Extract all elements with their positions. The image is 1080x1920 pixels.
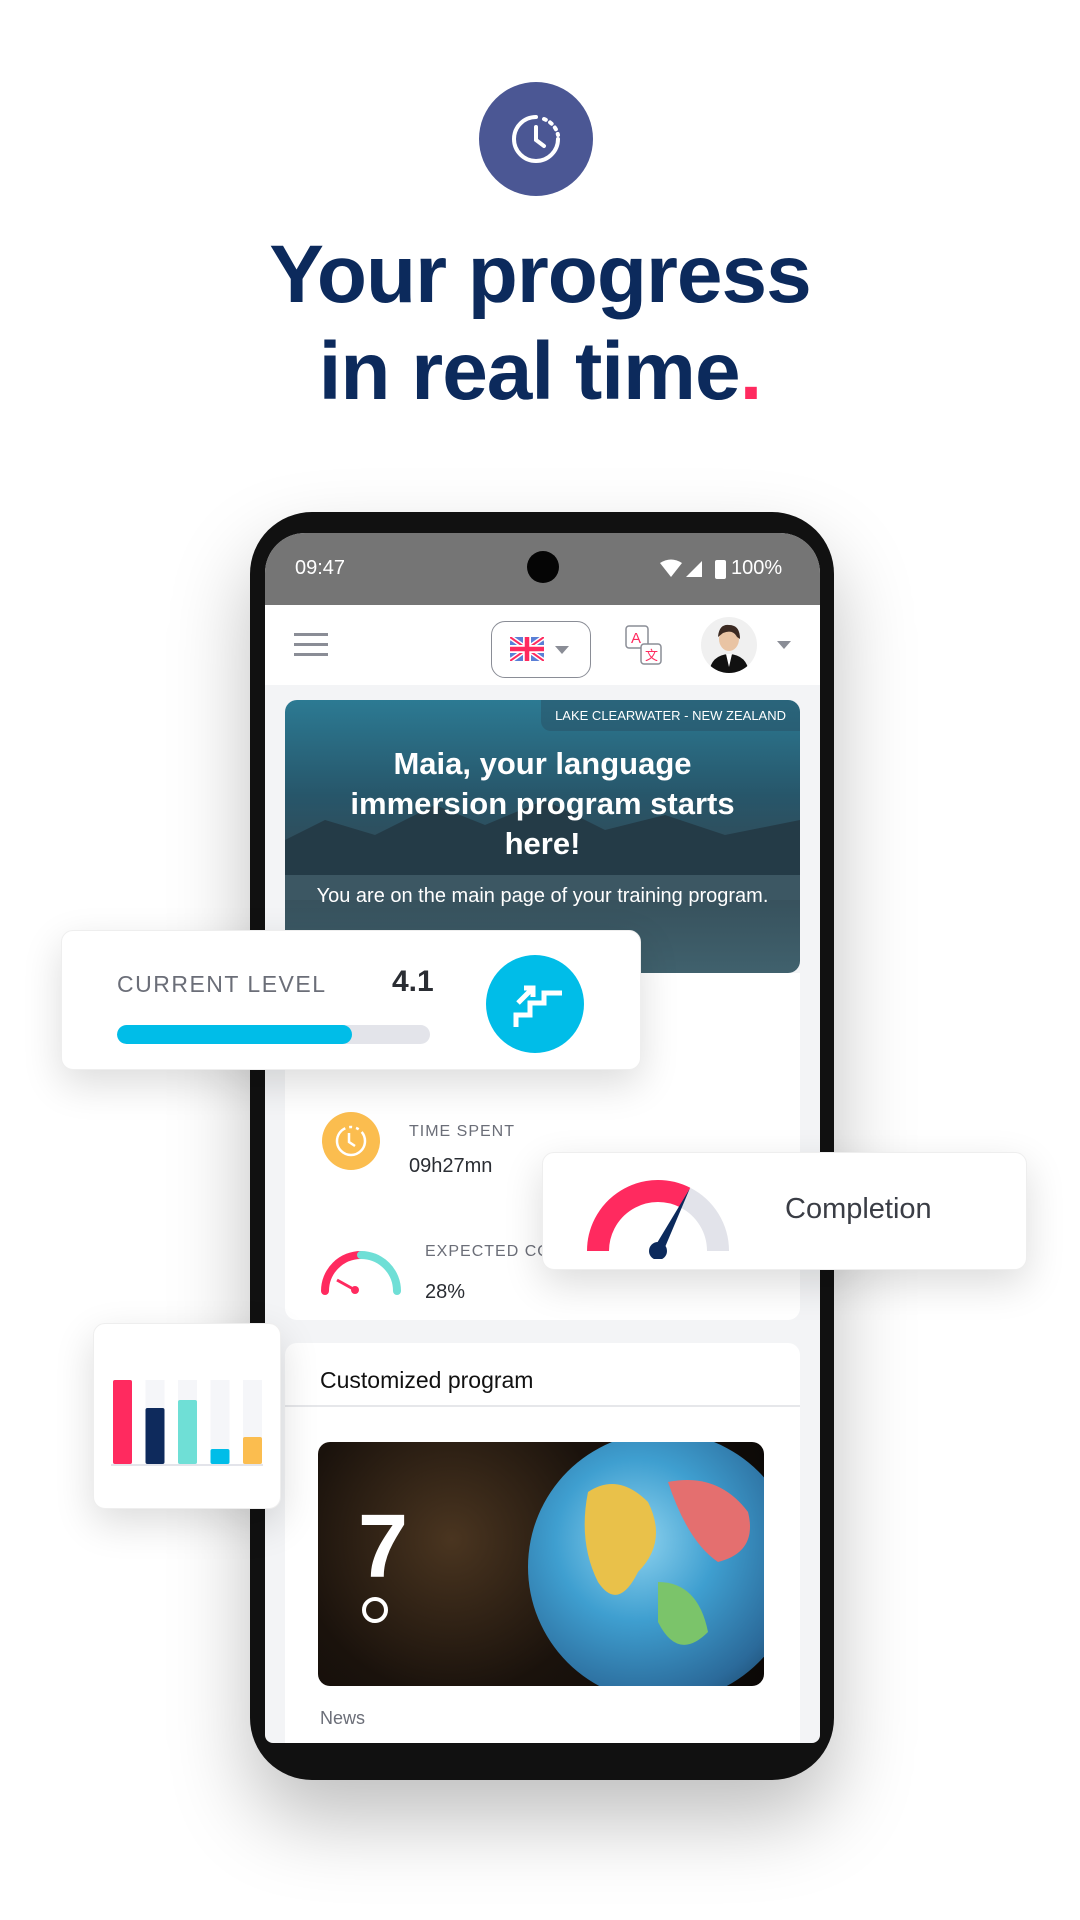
mini-bar-chart-card — [93, 1323, 281, 1509]
user-avatar[interactable] — [701, 617, 757, 673]
svg-text:A: A — [631, 630, 641, 647]
program-image[interactable]: 7 — [318, 1442, 764, 1686]
chart-baseline — [111, 1464, 263, 1466]
language-selector[interactable] — [491, 621, 591, 678]
status-time: 09:47 — [295, 557, 346, 579]
bar — [210, 1449, 230, 1464]
battery-percent: 100% — [731, 557, 783, 579]
status-bar: 09:47 100% — [265, 533, 820, 605]
hero-title: Maia, your language immersion program st… — [350, 746, 735, 861]
app-bar: A文 — [265, 605, 820, 685]
wifi-signal-icon — [660, 559, 702, 577]
headline-line-2: in real time. — [0, 325, 1080, 419]
headline-text: in real time — [318, 326, 741, 417]
clock-icon — [322, 1112, 380, 1170]
bar — [113, 1380, 132, 1464]
bar — [145, 1408, 165, 1464]
stairs-up-icon — [486, 955, 584, 1053]
clock-progress-icon — [479, 82, 593, 196]
completion-label: Completion — [785, 1193, 932, 1225]
headline-dot: . — [739, 326, 763, 417]
headline-line-1: Your progress — [269, 229, 811, 320]
brand-logo-circle — [362, 1597, 388, 1623]
camera-icon — [527, 551, 559, 583]
time-spent-value: 09h27mn — [409, 1155, 493, 1177]
gauge-track — [679, 1187, 729, 1252]
current-level-label: CURRENT LEVEL — [117, 971, 327, 997]
time-spent-label: TIME SPENT — [409, 1123, 516, 1140]
program-title: Customized program — [320, 1367, 534, 1393]
customized-program-card[interactable]: Customized program 7 News — [285, 1343, 800, 1743]
level-progress-fill — [117, 1025, 352, 1044]
completion-gauge — [587, 1180, 729, 1259]
profile-chevron-down-icon[interactable] — [777, 641, 791, 649]
translate-icon[interactable]: A文 — [625, 625, 665, 667]
news-label: News — [320, 1708, 366, 1728]
phone-screen: 09:47 100% A文 LAKE CLEARWATER - NEW ZEAL… — [265, 533, 820, 1743]
current-level-card: CURRENT LEVEL 4.1 — [61, 930, 641, 1070]
current-level-value: 4.1 — [392, 965, 434, 998]
hero-subtitle: You are on the main page of your trainin… — [316, 885, 769, 907]
chevron-down-icon — [555, 646, 569, 654]
globe-image — [528, 1442, 764, 1686]
uk-flag-icon — [510, 637, 544, 661]
bar — [243, 1437, 262, 1464]
divider — [285, 1405, 800, 1407]
expected-completion-value: 28% — [425, 1281, 466, 1303]
completion-card: Completion — [542, 1152, 1027, 1270]
svg-text:文: 文 — [645, 648, 658, 663]
battery-icon — [715, 560, 726, 579]
brand-logo: 7 — [358, 1497, 409, 1597]
expected-completion-label: EXPECTED CO — [425, 1243, 551, 1260]
expected-completion-gauge-icon — [321, 1251, 401, 1295]
mini-bar-chart — [111, 1380, 263, 1466]
level-progress-bar — [117, 1025, 430, 1044]
bar — [178, 1400, 197, 1464]
location-label: LAKE CLEARWATER - NEW ZEALAND — [541, 700, 800, 731]
hamburger-menu-icon[interactable] — [294, 633, 328, 657]
